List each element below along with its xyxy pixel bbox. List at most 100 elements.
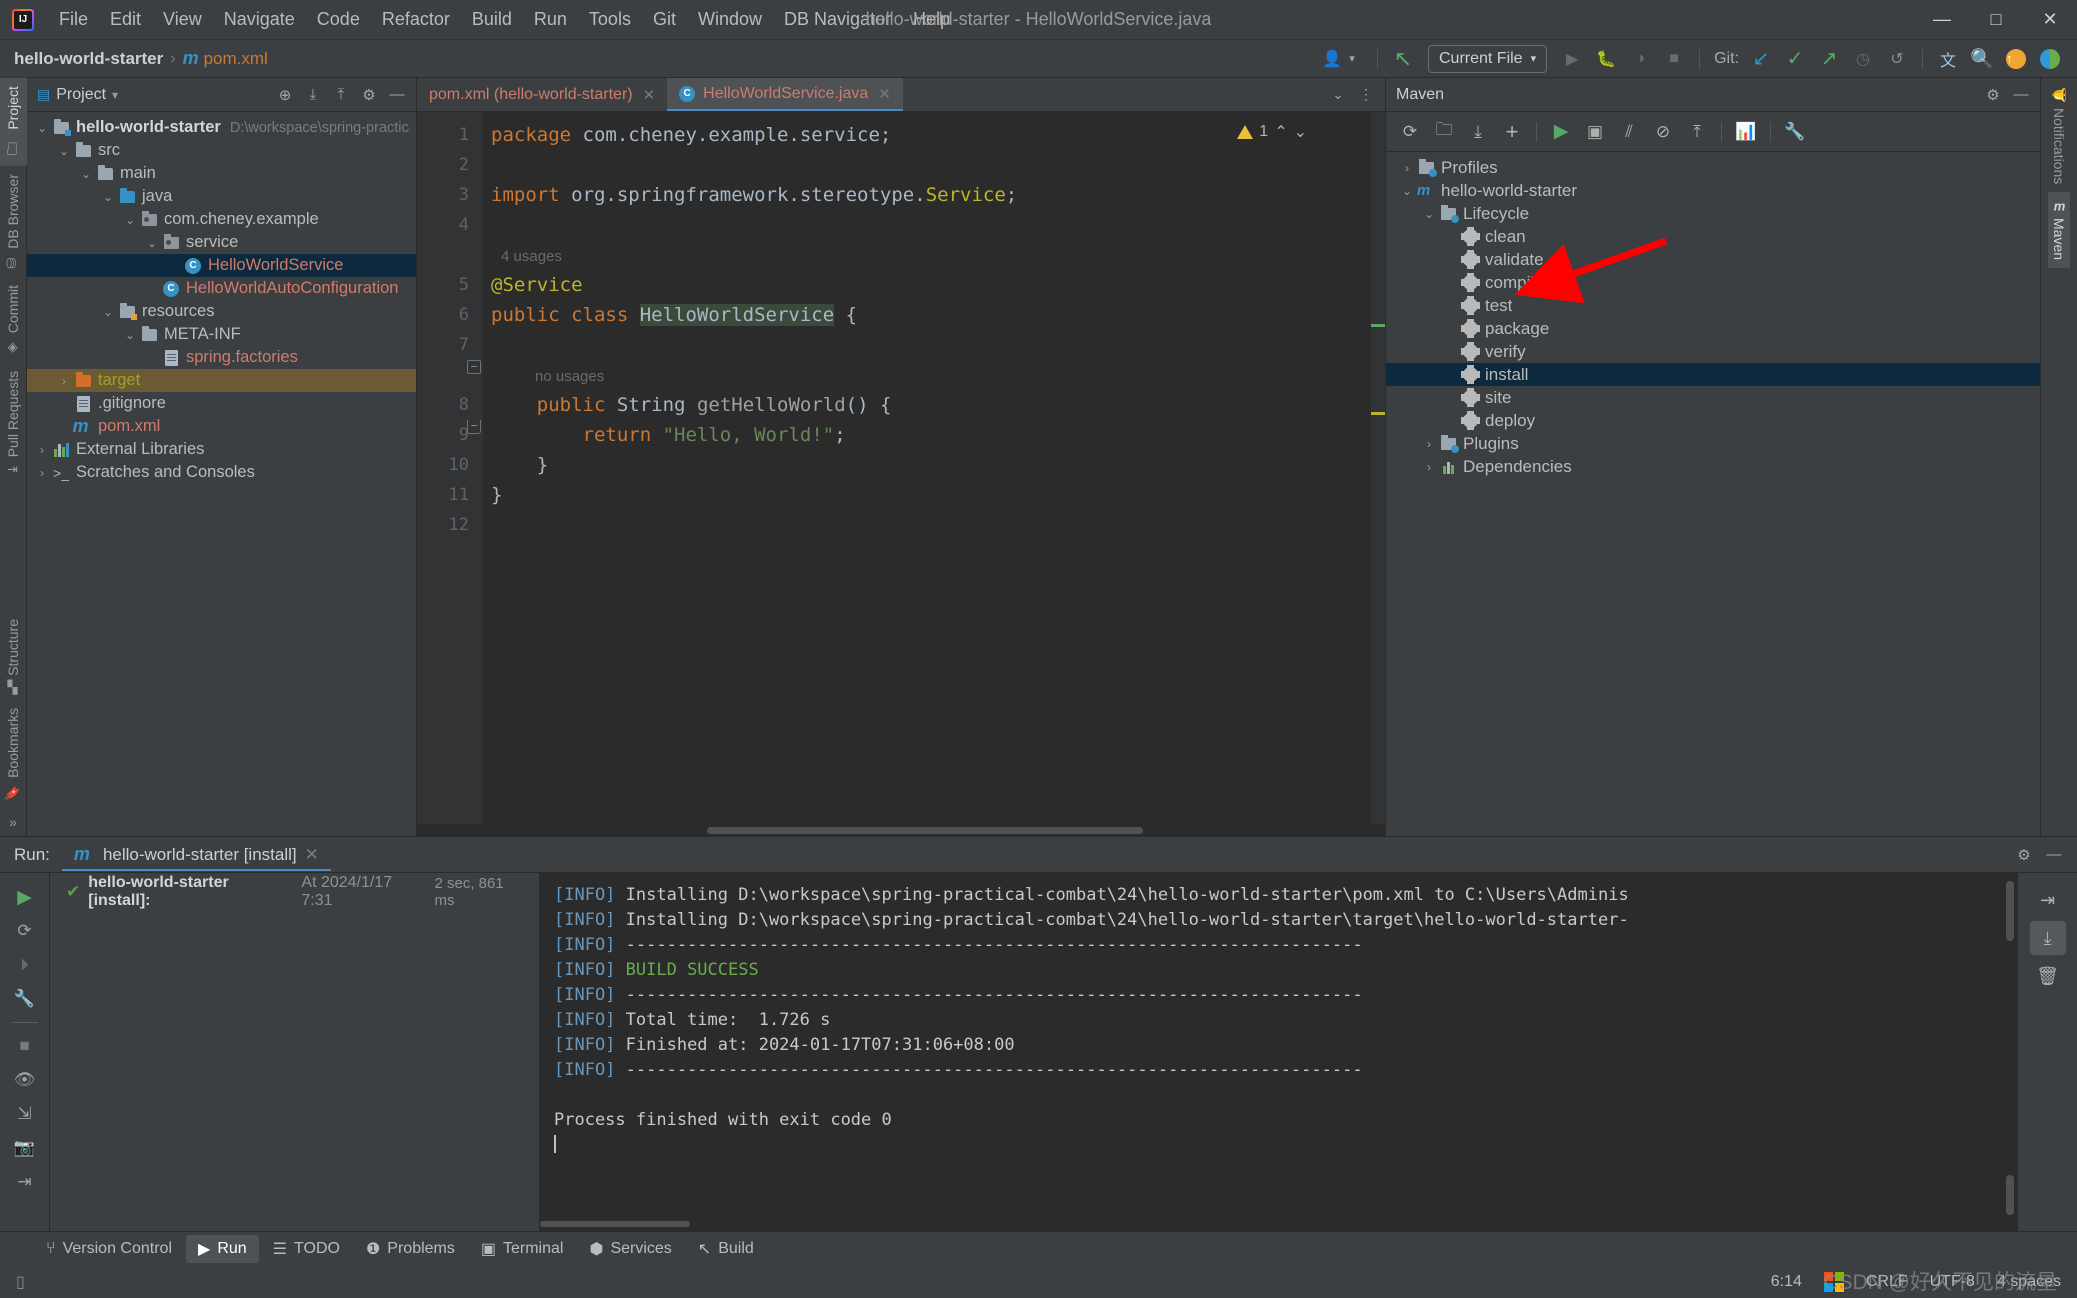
maven-row-clean[interactable]: clean bbox=[1386, 225, 2040, 248]
coverage-icon[interactable]: ◑ bbox=[1625, 45, 1655, 73]
plugin-icon[interactable] bbox=[2035, 45, 2065, 73]
tool-window-run[interactable]: ▶ Run bbox=[186, 1234, 259, 1263]
chevron-expanded-icon[interactable]: ⌄ bbox=[121, 213, 139, 227]
menu-git[interactable]: Git bbox=[642, 5, 687, 34]
git-update-icon[interactable]: ↙ bbox=[1746, 45, 1776, 73]
chevron-down-icon[interactable]: ▾ bbox=[112, 88, 118, 102]
collapse-all-icon[interactable]: ⤒ bbox=[1681, 117, 1713, 147]
run-tree-item[interactable]: ✔ hello-world-starter [install]: At 2024… bbox=[50, 874, 539, 909]
gear-icon[interactable]: ⚙ bbox=[2011, 843, 2037, 867]
chevron-expanded-icon[interactable]: ⌄ bbox=[77, 167, 95, 181]
chevron-expanded-icon[interactable]: ⌄ bbox=[99, 305, 117, 319]
skip-to-end-icon[interactable]: ⏵ bbox=[8, 949, 42, 981]
breadcrumb-file[interactable]: pom.xml bbox=[204, 49, 268, 69]
show-diagram-icon[interactable]: 📊 bbox=[1730, 117, 1762, 147]
tree-row-helloworldautoconfiguration[interactable]: C HelloWorldAutoConfiguration bbox=[27, 277, 416, 300]
minimize-button[interactable]: — bbox=[1915, 0, 1969, 40]
debug-icon[interactable]: 🐛 bbox=[1591, 45, 1621, 73]
chevron-expanded-icon[interactable]: ⌄ bbox=[1420, 207, 1438, 221]
menu-help[interactable]: Help bbox=[902, 5, 961, 34]
locate-icon[interactable]: ⊕ bbox=[272, 83, 298, 107]
git-push-icon[interactable]: ↗ bbox=[1814, 45, 1844, 73]
tree-row-main[interactable]: ⌄ main bbox=[27, 162, 416, 185]
settings-wrench-icon[interactable]: 🔧 bbox=[1779, 117, 1811, 147]
sidebar-item-maven[interactable]: m Maven bbox=[2048, 192, 2070, 268]
fold-end-marker-icon[interactable]: − bbox=[467, 420, 481, 434]
menu-code[interactable]: Code bbox=[306, 5, 371, 34]
execute-goal-icon[interactable]: ▣ bbox=[1579, 117, 1611, 147]
rerun-icon[interactable]: ▶ bbox=[8, 881, 42, 913]
maven-row-hello-world-starter[interactable]: ⌄ m hello-world-starter bbox=[1386, 179, 2040, 202]
tree-row-resources[interactable]: ⌄ resources bbox=[27, 300, 416, 323]
chevron-down-icon[interactable]: ⌄ bbox=[1325, 82, 1351, 108]
tree-row-scratches-and-consoles[interactable]: › >_ Scratches and Consoles bbox=[27, 461, 416, 484]
maximize-button[interactable]: □ bbox=[1969, 0, 2023, 40]
soft-wrap-icon[interactable]: ⇥ bbox=[2030, 883, 2066, 917]
build-arrow-icon[interactable]: ↖ bbox=[1388, 45, 1418, 73]
inspection-warning-indicator[interactable]: 1 ⌃ ⌄ bbox=[1237, 122, 1307, 142]
tree-row-service[interactable]: ⌄ service bbox=[27, 231, 416, 254]
indent-setting[interactable]: 4 spaces bbox=[1997, 1273, 2061, 1291]
export-icon[interactable]: ⇥ bbox=[8, 1166, 42, 1198]
maven-row-validate[interactable]: validate bbox=[1386, 248, 2040, 271]
stripe-more-button[interactable]: » bbox=[2, 808, 24, 836]
skip-tests-icon[interactable]: ⫽ bbox=[1613, 117, 1645, 147]
chevron-expanded-icon[interactable]: ⌄ bbox=[55, 144, 73, 158]
update-icon[interactable]: ↑ bbox=[2001, 45, 2031, 73]
tree-row-gitignore[interactable]: .gitignore bbox=[27, 392, 416, 415]
sidebar-item-notifications[interactable]: 🔔 Notifications bbox=[2048, 78, 2070, 192]
tool-window-problems[interactable]: ❶ Problems bbox=[354, 1235, 467, 1263]
file-encoding[interactable]: UTF-8 bbox=[1930, 1273, 1975, 1291]
maven-row-compile[interactable]: compile bbox=[1386, 271, 2040, 294]
chevron-collapsed-icon[interactable]: › bbox=[1420, 437, 1438, 451]
tool-window-terminal[interactable]: ▣ Terminal bbox=[469, 1235, 576, 1263]
maven-row-lifecycle[interactable]: ⌄ Lifecycle bbox=[1386, 202, 2040, 225]
chevron-collapsed-icon[interactable]: › bbox=[55, 374, 73, 388]
add-module-icon[interactable]: 🗀 bbox=[1428, 117, 1460, 147]
menu-file[interactable]: File bbox=[48, 5, 99, 34]
maven-row-plugins[interactable]: › Plugins bbox=[1386, 432, 2040, 455]
code-editor[interactable]: 1 2 3 4 5 6 7 8 9 10 11 12 − − package c… bbox=[417, 112, 1385, 824]
run-tab-install[interactable]: m hello-world-starter [install] ✕ bbox=[61, 838, 331, 871]
git-rollback-icon[interactable]: ↺ bbox=[1882, 45, 1912, 73]
git-history-icon[interactable]: ◷ bbox=[1848, 45, 1878, 73]
maven-row-test[interactable]: test bbox=[1386, 294, 2040, 317]
chevron-expanded-icon[interactable]: ⌄ bbox=[121, 328, 139, 342]
trash-icon[interactable]: 🗑 bbox=[2030, 959, 2066, 993]
hide-icon[interactable]: — bbox=[2008, 83, 2034, 107]
chevron-collapsed-icon[interactable]: › bbox=[33, 443, 51, 457]
expand-all-icon[interactable]: ⤓ bbox=[300, 83, 326, 107]
sidebar-item-pull-requests[interactable]: ⇥ Pull Requests bbox=[2, 363, 24, 482]
maven-row-site[interactable]: site bbox=[1386, 386, 2040, 409]
close-icon[interactable]: ✕ bbox=[643, 86, 656, 104]
run-console-output[interactable]: [INFO] Installing D:\workspace\spring-pr… bbox=[540, 873, 2017, 1231]
fold-marker-icon[interactable]: − bbox=[467, 360, 481, 374]
tree-row-src[interactable]: ⌄ src bbox=[27, 139, 416, 162]
reload-icon[interactable]: ⟳ bbox=[1394, 117, 1426, 147]
menu-edit[interactable]: Edit bbox=[99, 5, 152, 34]
rerun-failed-icon[interactable]: ⟳ bbox=[8, 915, 42, 947]
menu-window[interactable]: Window bbox=[687, 5, 773, 34]
chevron-collapsed-icon[interactable]: › bbox=[33, 466, 51, 480]
collapse-all-icon[interactable]: ⤒ bbox=[328, 83, 354, 107]
tool-window-build[interactable]: ↖ Build bbox=[686, 1235, 766, 1263]
caret-position[interactable]: 6:14 bbox=[1771, 1273, 1802, 1291]
settings-wrench-icon[interactable]: 🔧 bbox=[8, 983, 42, 1015]
code-text[interactable]: package com.cheney.example.service; impo… bbox=[483, 112, 1385, 824]
sidebar-item-project[interactable]: 🗀 Project bbox=[0, 78, 27, 166]
maven-row-verify[interactable]: verify bbox=[1386, 340, 2040, 363]
gear-icon[interactable]: ⚙ bbox=[356, 83, 382, 107]
tool-window-version-control[interactable]: ⑂ Version Control bbox=[34, 1236, 184, 1262]
tree-row-helloworldservice[interactable]: C HelloWorldService bbox=[27, 254, 416, 277]
more-options-icon[interactable]: ⋮ bbox=[1353, 82, 1379, 108]
tab-helloworldservice-java[interactable]: C HelloWorldService.java ✕ bbox=[667, 78, 903, 111]
tree-row-external-libraries[interactable]: › External Libraries bbox=[27, 438, 416, 461]
chevron-expanded-icon[interactable]: ⌄ bbox=[1398, 184, 1416, 198]
tree-row-pom-xml[interactable]: m pom.xml bbox=[27, 415, 416, 438]
expand-collapse-icon[interactable]: ⇲ bbox=[8, 1098, 42, 1130]
maven-row-install[interactable]: install bbox=[1386, 363, 2040, 386]
next-problem-icon[interactable]: ⌄ bbox=[1294, 122, 1307, 142]
hide-icon[interactable]: — bbox=[384, 83, 410, 107]
sidebar-item-db-browser[interactable]: ⛁ DB Browser bbox=[2, 166, 24, 278]
git-commit-icon[interactable]: ✓ bbox=[1780, 45, 1810, 73]
